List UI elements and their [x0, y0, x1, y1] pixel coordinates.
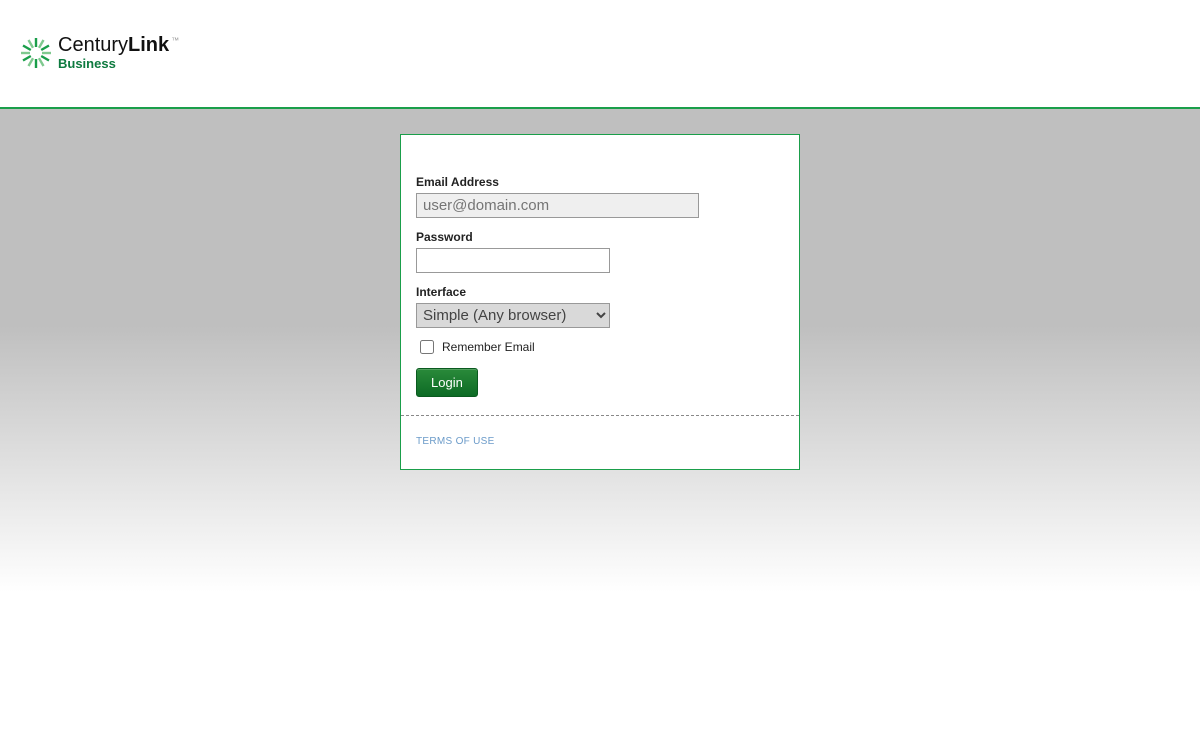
- login-button[interactable]: Login: [416, 368, 478, 397]
- email-input[interactable]: [416, 193, 699, 218]
- header: CenturyLink™ Business: [0, 0, 1200, 109]
- logo-text-century: Century: [58, 35, 128, 55]
- logo: CenturyLink™ Business: [20, 35, 179, 70]
- login-box: Email Address Password Interface Simple …: [400, 134, 800, 470]
- interface-label: Interface: [416, 285, 784, 299]
- password-input[interactable]: [416, 248, 610, 273]
- email-label: Email Address: [416, 175, 784, 189]
- logo-text-link: Link: [128, 35, 169, 55]
- remember-label: Remember Email: [442, 340, 535, 354]
- password-label: Password: [416, 230, 784, 244]
- main-area: Email Address Password Interface Simple …: [0, 109, 1200, 729]
- login-footer: TERMS OF USE: [401, 415, 799, 469]
- interface-select[interactable]: Simple (Any browser): [416, 303, 610, 328]
- remember-checkbox[interactable]: [420, 340, 434, 354]
- terms-of-use-link[interactable]: TERMS OF USE: [416, 436, 495, 447]
- starburst-icon: [20, 37, 52, 69]
- logo-tm: ™: [171, 37, 179, 45]
- logo-sub-text: Business: [58, 57, 116, 70]
